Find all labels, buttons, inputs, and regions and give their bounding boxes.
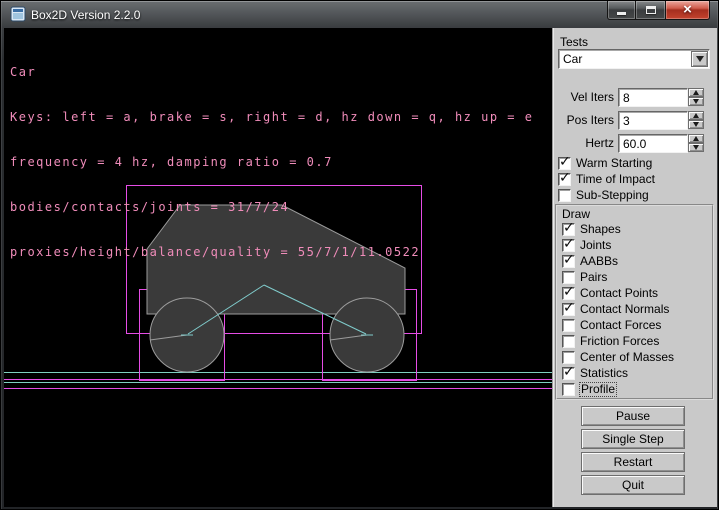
shapes-label: Shapes [580,223,621,236]
maximize-icon [646,6,656,14]
friction-forces-label: Friction Forces [580,335,659,348]
vel-iters-row: Vel Iters 8 [553,88,718,107]
vel-iters-value: 8 [623,91,630,105]
pos-iters-down-button[interactable] [688,120,704,129]
hud-text: Car Keys: left = a, brake = s, right = d… [10,35,533,290]
contact-points-checkbox[interactable] [562,287,575,300]
friction-forces-row[interactable]: Friction Forces [562,334,659,348]
hud-keys-line: Keys: left = a, brake = s, right = d, hz… [10,110,533,125]
time-of-impact-label: Time of Impact [576,173,655,186]
warm-starting-checkbox[interactable] [558,157,571,170]
tests-label: Tests [560,35,588,49]
statistics-row[interactable]: Statistics [562,366,628,380]
dropdown-arrow-icon [696,56,704,62]
shapes-row[interactable]: Shapes [562,222,621,236]
hertz-input[interactable]: 60.0 [618,134,688,153]
down-arrow-icon [693,99,699,104]
up-arrow-icon [693,136,699,141]
statistics-checkbox[interactable] [562,367,575,380]
contact-normals-row[interactable]: Contact Normals [562,302,669,316]
maximize-button[interactable] [636,1,665,20]
caption-buttons: × [607,1,710,20]
profile-label: Profile [580,383,616,396]
titlebar[interactable]: Box2D Version 2.2.0 × [1,1,718,28]
sub-stepping-row[interactable]: Sub-Stepping [558,188,649,202]
hertz-label: Hertz [553,134,614,153]
pos-iters-up-button[interactable] [688,111,704,120]
time-of-impact-checkbox[interactable] [558,173,571,186]
quit-button[interactable]: Quit [581,475,685,495]
aabbs-row[interactable]: AABBs [562,254,618,268]
aabbs-checkbox[interactable] [562,255,575,268]
hud-frequency-line: frequency = 4 hz, damping ratio = 0.7 [10,155,533,170]
warm-starting-row[interactable]: Warm Starting [558,156,652,170]
center-of-masses-checkbox[interactable] [562,351,575,364]
hertz-spinner [688,134,704,153]
warm-starting-label: Warm Starting [576,157,652,170]
hud-bodies-line: bodies/contacts/joints = 31/7/24 [10,200,533,215]
friction-forces-checkbox[interactable] [562,335,575,348]
minimize-button[interactable] [607,1,636,20]
hud-test-name: Car [10,65,533,80]
tests-dropdown-button[interactable] [691,51,708,67]
joints-label: Joints [580,239,611,252]
tests-dropdown[interactable]: Car [558,49,710,69]
close-button[interactable]: × [665,1,710,20]
client-area: Car Keys: left = a, brake = s, right = d… [4,28,717,507]
hertz-up-button[interactable] [688,134,704,143]
joints-row[interactable]: Joints [562,238,611,252]
pos-iters-value: 3 [623,114,630,128]
shapes-checkbox[interactable] [562,223,575,236]
draw-group: Draw Shapes Joints AABBs Pairs [555,204,714,400]
center-of-masses-label: Center of Masses [580,351,674,364]
statistics-label: Statistics [580,367,628,380]
window-title: Box2D Version 2.2.0 [31,8,140,22]
contact-forces-row[interactable]: Contact Forces [562,318,661,332]
contact-normals-checkbox[interactable] [562,303,575,316]
aabbs-label: AABBs [580,255,618,268]
single-step-button[interactable]: Single Step [581,429,685,449]
contact-forces-label: Contact Forces [580,319,661,332]
down-arrow-icon [693,122,699,127]
sub-stepping-checkbox[interactable] [558,189,571,202]
joints-checkbox[interactable] [562,239,575,252]
app-window: Box2D Version 2.2.0 × [0,0,719,510]
simulation-canvas[interactable]: Car Keys: left = a, brake = s, right = d… [4,28,552,507]
contact-points-row[interactable]: Contact Points [562,286,658,300]
vel-iters-label: Vel Iters [553,88,614,107]
pairs-row[interactable]: Pairs [562,270,607,284]
vel-iters-down-button[interactable] [688,97,704,106]
pos-iters-label: Pos Iters [553,111,614,130]
restart-button[interactable]: Restart [581,452,685,472]
contact-points-label: Contact Points [580,287,658,300]
up-arrow-icon [693,113,699,118]
up-arrow-icon [693,90,699,95]
pos-iters-input[interactable]: 3 [618,111,688,130]
contact-forces-checkbox[interactable] [562,319,575,332]
close-icon: × [683,2,692,17]
hertz-row: Hertz 60.0 [553,134,718,153]
pause-button[interactable]: Pause [581,406,685,426]
vel-iters-up-button[interactable] [688,88,704,97]
down-arrow-icon [693,145,699,150]
pos-iters-spinner [688,111,704,130]
pairs-checkbox[interactable] [562,271,575,284]
vel-iters-spinner [688,88,704,107]
center-of-masses-row[interactable]: Center of Masses [562,350,674,364]
sub-stepping-label: Sub-Stepping [576,189,649,202]
vel-iters-input[interactable]: 8 [618,88,688,107]
pairs-label: Pairs [580,271,607,284]
control-panel: Tests Car Vel Iters 8 Pos Iters 3 [552,28,717,507]
hud-proxies-line: proxies/height/balance/quality = 55/7/1/… [10,245,533,260]
app-icon [10,6,26,22]
time-of-impact-row[interactable]: Time of Impact [558,172,655,186]
hertz-down-button[interactable] [688,143,704,152]
tests-selected-value: Car [563,52,582,66]
profile-checkbox[interactable] [562,383,575,396]
profile-row[interactable]: Profile [562,382,616,396]
contact-normals-label: Contact Normals [580,303,669,316]
minimize-icon [617,12,626,15]
pos-iters-row: Pos Iters 3 [553,111,718,130]
hertz-value: 60.0 [623,137,646,151]
